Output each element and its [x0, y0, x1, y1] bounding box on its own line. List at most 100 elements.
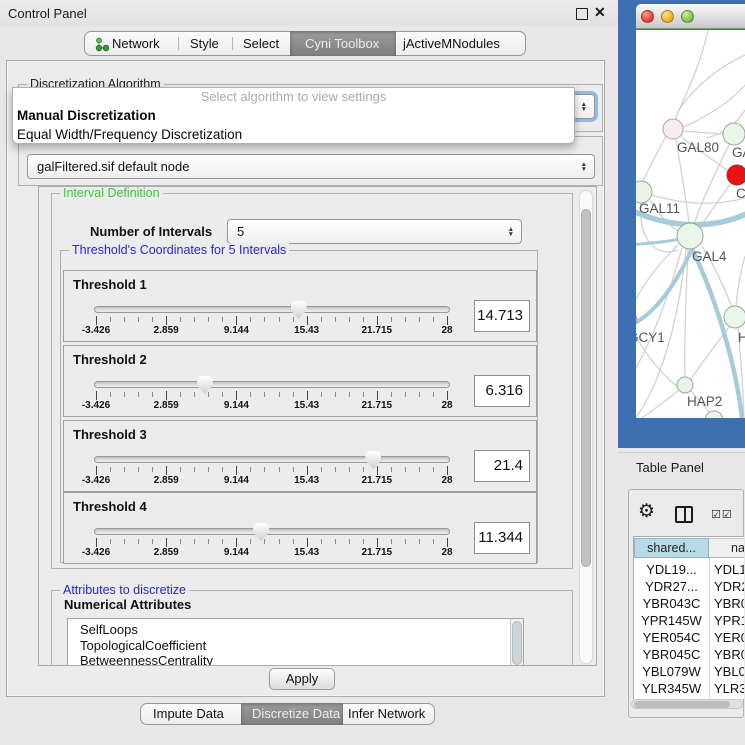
table-hscrollbar[interactable]: [631, 699, 743, 709]
table-row[interactable]: YBR045C YBR0: [634, 646, 744, 663]
cell-shared-name[interactable]: YLR345W: [634, 680, 709, 697]
table-row[interactable]: YPR145W YPR1: [634, 612, 744, 629]
tick-label: 2.859: [138, 475, 194, 486]
network-edge[interactable]: [682, 131, 723, 134]
cell-name[interactable]: YDL1: [714, 561, 744, 578]
control-panel-title: Control Panel: [8, 6, 87, 21]
network-edge[interactable]: [675, 55, 745, 120]
attribute-list-item[interactable]: BetweennessCentrality: [68, 653, 523, 666]
cell-shared-name[interactable]: YDR27...: [634, 578, 709, 595]
tab-cyni-toolbox-label[interactable]: Cyni Toolbox: [305, 31, 379, 56]
network-node-label: C: [736, 186, 745, 201]
gear-icon[interactable]: ⚙: [638, 500, 655, 523]
settings-scrollbar-thumb[interactable]: [581, 209, 591, 567]
tab-select[interactable]: Select: [243, 31, 279, 56]
cell-shared-name[interactable]: YPR145W: [634, 612, 709, 629]
number-of-intervals-combobox[interactable]: 5 ▲▼: [227, 219, 522, 244]
network-node-hap2[interactable]: [677, 377, 693, 393]
tab-impute-data[interactable]: Impute Data: [153, 703, 224, 725]
table-row[interactable]: YBR043C YBR0: [634, 595, 744, 612]
network-node-label: GA: [732, 145, 745, 160]
cell-shared-name[interactable]: YBR043C: [634, 595, 709, 612]
cell-name[interactable]: YDR2: [714, 578, 744, 595]
close-traffic-light-icon[interactable]: [641, 10, 654, 23]
tab-jactivemnodules[interactable]: jActiveMNodules: [403, 31, 500, 56]
slider-thumb[interactable]: [197, 376, 213, 394]
network-node-gal80[interactable]: [663, 119, 683, 139]
float-window-icon[interactable]: [576, 8, 588, 20]
table-row[interactable]: YER054C YER0: [634, 629, 744, 646]
threshold-value-field[interactable]: 21.4: [474, 450, 530, 482]
slider-thumb[interactable]: [365, 451, 381, 469]
network-edge[interactable]: [636, 248, 682, 382]
network-node-gal4[interactable]: [677, 223, 703, 249]
network-edge[interactable]: [643, 136, 666, 181]
table-data-combobox[interactable]: galFiltered.sif default node ▲▼: [27, 154, 595, 179]
list-scrollbar-thumb[interactable]: [512, 621, 522, 665]
table-row[interactable]: YBL079W YBL0: [634, 663, 744, 680]
tab-style[interactable]: Style: [190, 31, 219, 56]
tab-discretize-data-label[interactable]: Discretize Data: [252, 703, 340, 725]
tick-mark: [138, 317, 139, 322]
network-node-h[interactable]: [724, 306, 745, 328]
cell-name[interactable]: YBL0: [714, 663, 744, 680]
threshold-slider[interactable]: [94, 381, 450, 388]
attribute-list-item[interactable]: SelfLoops: [68, 622, 523, 638]
threshold-slider[interactable]: [94, 456, 450, 463]
tick-mark: [222, 317, 223, 322]
network-node-gal11[interactable]: [636, 181, 652, 203]
tab-network[interactable]: Network: [112, 31, 160, 56]
cell-shared-name[interactable]: YER054C: [634, 629, 709, 646]
tab-infer-network[interactable]: Infer Network: [348, 703, 425, 725]
network-edge[interactable]: [636, 245, 678, 312]
network-edge[interactable]: [636, 391, 678, 418]
tick-mark: [321, 539, 322, 544]
table-row[interactable]: YLR345W YLR3: [634, 680, 744, 697]
network-graph[interactable]: GAL80GACGAL11GAL4GCY1HHAP2: [636, 30, 745, 418]
cell-name[interactable]: YER0: [714, 629, 744, 646]
popup-option-equal-width-frequency[interactable]: Equal Width/Frequency Discretization: [13, 125, 574, 144]
close-icon[interactable]: ✕: [594, 4, 606, 21]
network-edge[interactable]: [685, 249, 688, 377]
list-scrollbar[interactable]: [510, 619, 523, 666]
popup-hint-option[interactable]: Select algorithm to view settings: [13, 88, 574, 106]
table-row[interactable]: YDR27... YDR2: [634, 578, 744, 595]
column-header-name[interactable]: na: [709, 538, 744, 558]
column-header-shared-name[interactable]: shared...: [634, 538, 709, 558]
threshold-slider[interactable]: [94, 528, 450, 535]
network-node-ga[interactable]: [723, 123, 745, 145]
table-hscrollbar-thumb[interactable]: [634, 701, 730, 708]
zoom-traffic-light-icon[interactable]: [681, 10, 694, 23]
minimize-traffic-light-icon[interactable]: [661, 10, 674, 23]
threshold-value-field[interactable]: 11.344: [474, 522, 530, 554]
threshold-slider[interactable]: [94, 306, 450, 313]
table-row[interactable]: YDL19... YDL1: [634, 561, 744, 578]
network-node[interactable]: [705, 411, 723, 418]
cell-name[interactable]: YBR0: [714, 595, 744, 612]
node-attribute-table[interactable]: shared... na YDL19...YDL1YDR27...YDR2YBR…: [633, 536, 744, 699]
numerical-attributes-list[interactable]: SelfLoopsTopologicalCoefficientBetweenne…: [67, 618, 524, 666]
cell-shared-name[interactable]: YBR045C: [634, 646, 709, 663]
apply-button[interactable]: Apply: [269, 668, 335, 690]
network-thick-edge[interactable]: [636, 239, 680, 245]
cell-name[interactable]: YLR3: [714, 680, 744, 697]
network-edge[interactable]: [683, 85, 745, 127]
select-columns-icons[interactable]: ☑☑: [711, 508, 733, 521]
cell-shared-name[interactable]: YBL079W: [634, 663, 709, 680]
cell-name[interactable]: YBR0: [714, 646, 744, 663]
network-node-c[interactable]: [727, 165, 745, 185]
tick-label: 9.144: [208, 400, 264, 411]
network-edge[interactable]: [675, 30, 708, 120]
threshold-value-field[interactable]: 6.316: [474, 375, 530, 407]
network-edge[interactable]: [694, 143, 730, 225]
popup-option-manual-discretization[interactable]: Manual Discretization: [13, 106, 574, 125]
network-edge[interactable]: [736, 256, 745, 306]
cell-name[interactable]: YPR1: [714, 612, 744, 629]
attribute-list-item[interactable]: TopologicalCoefficient: [68, 638, 523, 654]
network-view-canvas[interactable]: GAL80GACGAL11GAL4GCY1HHAP2: [636, 30, 745, 418]
threshold-value-field[interactable]: 14.713: [474, 300, 530, 332]
cell-shared-name[interactable]: YDL19...: [634, 561, 709, 578]
network-node-gcy1[interactable]: [636, 311, 637, 329]
slider-thumb[interactable]: [253, 523, 269, 541]
split-view-icon[interactable]: [675, 506, 693, 523]
